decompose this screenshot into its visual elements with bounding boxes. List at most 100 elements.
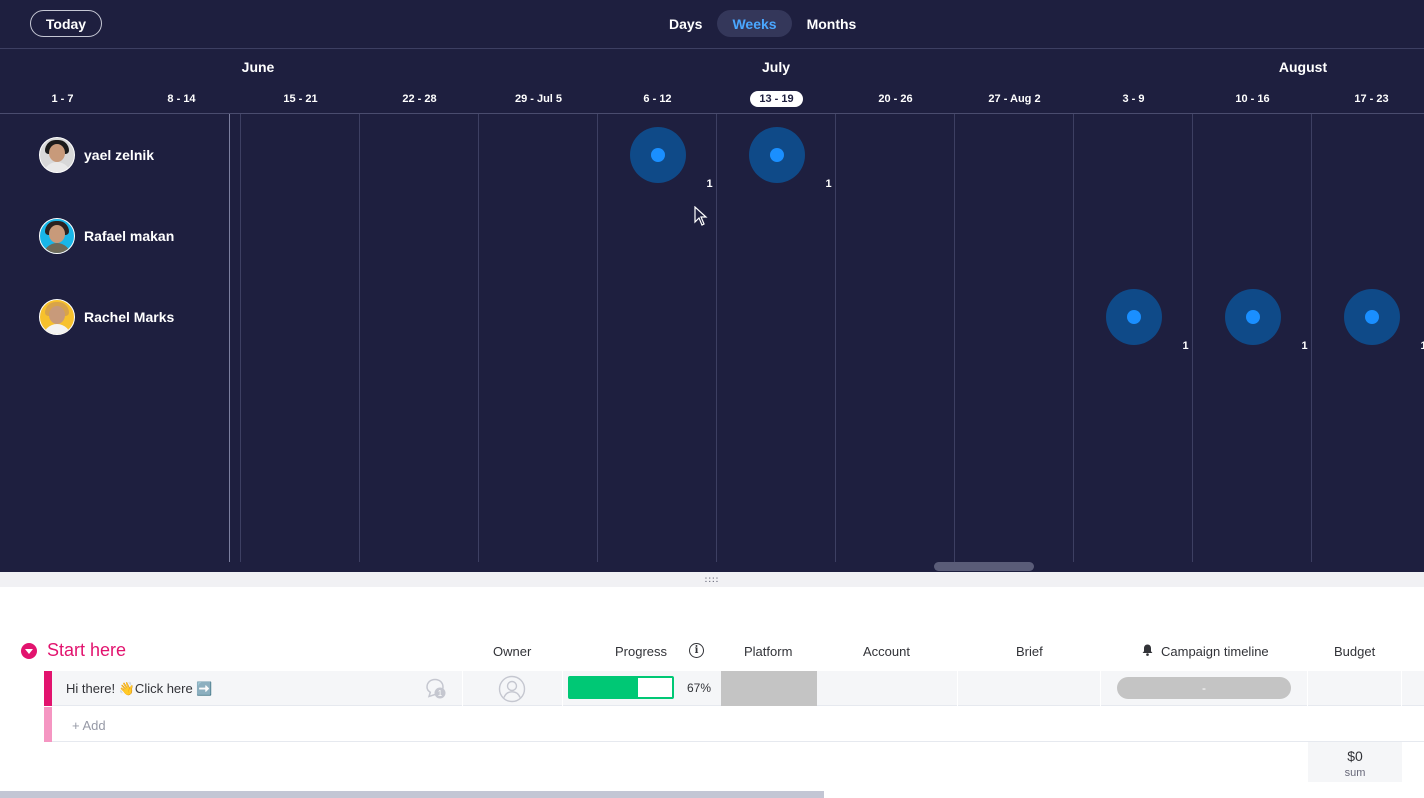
week-label: 8 - 14 [122, 91, 241, 107]
week-header: 1 - 7 8 - 14 15 - 21 22 - 28 29 - Jul 5 6 - 1… [0, 88, 1424, 113]
board-table: Start here Owner Progress i Platform Acc… [0, 587, 1424, 798]
timeline-horizontal-scrollbar[interactable] [934, 562, 1034, 571]
week-gridline [1192, 114, 1193, 562]
week-label: 10 - 16 [1193, 91, 1312, 107]
week-label-text: 8 - 14 [167, 93, 196, 105]
week-gridline [716, 114, 717, 562]
week-label: 29 - Jul 5 [479, 91, 598, 107]
add-row-color-bar [44, 707, 52, 742]
row-group-color-bar [44, 671, 52, 706]
week-label-text: 10 - 16 [1235, 93, 1270, 105]
week-label-text: 27 - Aug 2 [988, 93, 1041, 105]
week-label-text: 13 - 19 [750, 91, 803, 107]
group-title[interactable]: Start here [47, 640, 126, 661]
workload-timeline: Today Days Weeks Months June July August… [0, 0, 1424, 572]
budget-sum-label: sum [1344, 767, 1366, 779]
updates-count: 1 [438, 689, 443, 698]
person-row[interactable]: Rachel Marks [39, 299, 174, 335]
cell-separator [957, 671, 958, 706]
month-header: June July August [0, 50, 1424, 80]
avatar-shirt [43, 162, 71, 172]
tab-months[interactable]: Months [792, 10, 872, 37]
week-label-text: 29 - Jul 5 [514, 93, 563, 105]
assignment-dot [1126, 310, 1141, 324]
assignment-bubble[interactable] [1343, 289, 1400, 345]
person-icon[interactable] [498, 675, 526, 703]
avatar-face [49, 306, 65, 324]
assignment-count: 1 [825, 178, 832, 190]
week-gridline [597, 114, 598, 562]
tab-weeks[interactable]: Weeks [717, 10, 792, 37]
panel-resize-handle[interactable]: :::: [0, 572, 1424, 587]
platform-status-cell[interactable] [721, 671, 817, 706]
mouse-cursor-icon [694, 206, 708, 226]
week-label: 3 - 9 [1074, 91, 1193, 107]
tab-days[interactable]: Days [654, 10, 717, 37]
assignment-bubble[interactable] [1224, 289, 1281, 345]
add-item-button[interactable]: + Add [72, 718, 106, 733]
assignment-dot [769, 148, 784, 162]
avatar[interactable] [39, 218, 75, 254]
week-label-text: 22 - 28 [402, 93, 437, 105]
avatar-face [49, 144, 65, 162]
week-gridline [1311, 114, 1312, 562]
column-header-owner[interactable]: Owner [493, 644, 531, 659]
week-label: 20 - 26 [836, 91, 955, 107]
column-header-platform[interactable]: Platform [744, 644, 792, 659]
progress-bar [568, 676, 674, 699]
week-label: 6 - 12 [598, 91, 717, 107]
assignment-count: 1 [1182, 340, 1189, 352]
time-scale-tabs: Days Weeks Months [654, 10, 871, 37]
person-name: Rachel Marks [84, 309, 175, 325]
group-collapse-chevron-icon[interactable] [21, 643, 37, 659]
progress-percent: 67% [687, 681, 712, 695]
week-label: 17 - 23 [1312, 91, 1424, 107]
campaign-timeline-pill[interactable]: - [1117, 677, 1291, 699]
person-name: Rafael makan [84, 228, 175, 244]
cell-separator [462, 671, 463, 706]
week-gridline [240, 114, 241, 562]
column-header-account[interactable]: Account [863, 644, 910, 659]
assignment-bubble[interactable] [629, 127, 686, 183]
chat-bubble-icon[interactable]: 1 [424, 676, 448, 700]
column-header-progress[interactable]: Progress [615, 644, 667, 659]
assignment-bubble[interactable] [1105, 289, 1162, 345]
person-row[interactable]: Rafael makan [39, 218, 174, 254]
drag-grip-icon: :::: [704, 575, 720, 584]
person-name: yael zelnik [84, 147, 155, 163]
info-icon[interactable]: i [689, 643, 704, 658]
week-gridline [954, 114, 955, 562]
cell-separator [1401, 671, 1402, 706]
month-label-june: June [241, 59, 275, 75]
week-label-text: 3 - 9 [1122, 93, 1145, 105]
add-item-row[interactable] [44, 707, 1424, 742]
board-horizontal-scrollbar[interactable] [0, 791, 824, 798]
budget-summary: $0 sum [1308, 742, 1402, 782]
assignment-dot [650, 148, 665, 162]
week-label-text: 6 - 12 [643, 93, 672, 105]
avatar[interactable] [39, 137, 75, 173]
week-label: 15 - 21 [241, 91, 360, 107]
week-label-text: 1 - 7 [51, 93, 74, 105]
week-gridline [835, 114, 836, 562]
week-label-current: 13 - 19 [717, 91, 836, 107]
week-label: 1 - 7 [3, 91, 122, 107]
assignment-count: 1 [706, 178, 713, 190]
month-label-august: August [1278, 59, 1328, 75]
item-name[interactable]: Hi there! 👋Click here ➡️ [66, 681, 213, 697]
cell-separator [562, 671, 563, 706]
assignment-bubble[interactable] [748, 127, 805, 183]
assignment-dot [1245, 310, 1260, 324]
person-row[interactable]: yael zelnik [39, 137, 154, 173]
week-label-text: 20 - 26 [878, 93, 913, 105]
month-label-july: July [761, 59, 791, 75]
column-header-campaign-timeline[interactable]: Campaign timeline [1161, 644, 1269, 659]
today-button[interactable]: Today [30, 10, 102, 37]
assignment-dot [1364, 310, 1379, 324]
column-header-brief[interactable]: Brief [1016, 644, 1043, 659]
column-header-budget[interactable]: Budget [1334, 644, 1375, 659]
week-label: 22 - 28 [360, 91, 479, 107]
week-gridline [1073, 114, 1074, 562]
avatar[interactable] [39, 299, 75, 335]
avatar-shirt [43, 243, 71, 253]
